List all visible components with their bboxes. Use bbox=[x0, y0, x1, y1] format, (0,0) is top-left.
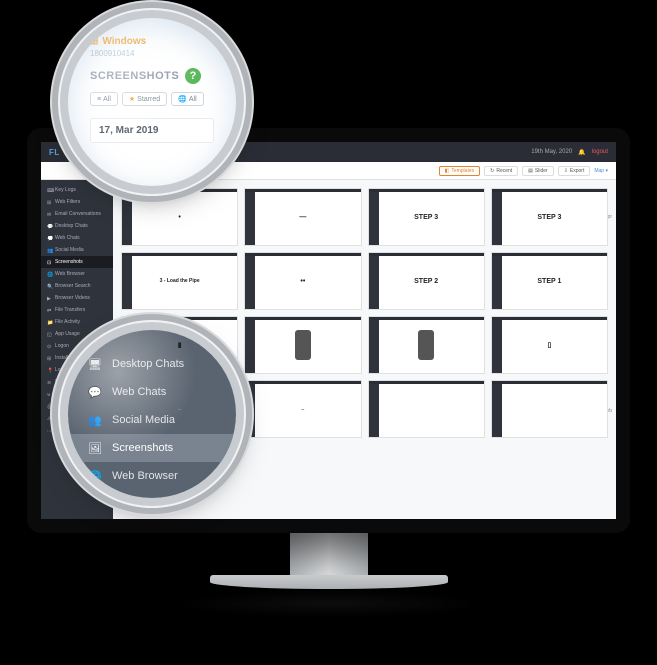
date-card[interactable]: 17, Mar 2019 bbox=[90, 118, 214, 143]
screenshot-thumb[interactable]: STEP 1 bbox=[491, 252, 608, 310]
help-icon[interactable]: ? bbox=[185, 68, 201, 84]
screenshot-thumb[interactable]: ━ bbox=[244, 380, 361, 438]
menu-desktop-chats[interactable]: 🖥 Desktop Chats bbox=[68, 350, 236, 378]
magnifier-top-content: ⊞ Windows 1800910414 SCREENSHOTS ? ≡All … bbox=[68, 18, 236, 161]
sidebar-item-fileactivity[interactable]: 📁File Activity bbox=[41, 316, 113, 328]
magnifier-top: ⊞ Windows 1800910414 SCREENSHOTS ? ≡All … bbox=[68, 18, 236, 186]
sidebar-item-keylogs[interactable]: ⌨Key Logs bbox=[41, 184, 113, 196]
screenshot-thumb[interactable] bbox=[368, 380, 485, 438]
windows-icon: ⊞ bbox=[90, 36, 98, 47]
logout-link[interactable]: logout bbox=[592, 149, 608, 155]
desktop-icon: 🖥 bbox=[88, 357, 102, 371]
filter-starred-button[interactable]: ★Starred bbox=[122, 92, 167, 106]
chat-icon: 💬 bbox=[88, 385, 102, 399]
device-code: 1800910414 bbox=[90, 49, 214, 58]
monitor-stand-base bbox=[210, 575, 448, 589]
magnifier-bottom-content: 🖥 Desktop Chats 💬 Web Chats 👥 Social Med… bbox=[68, 330, 236, 498]
sidebar-item-desktopchats[interactable]: 💬Desktop Chats bbox=[41, 220, 113, 232]
sidebar-item-browservideos[interactable]: ▶Browser Videos bbox=[41, 292, 113, 304]
screenshot-thumb[interactable]: — bbox=[244, 188, 361, 246]
magnifier-bottom: 🖥 Desktop Chats 💬 Web Chats 👥 Social Med… bbox=[68, 330, 236, 498]
search-link[interactable]: Map ▾ bbox=[594, 168, 608, 174]
sidebar-item-screenshots[interactable]: ⊡Screenshots bbox=[41, 256, 113, 268]
screenshot-thumb[interactable] bbox=[244, 316, 361, 374]
topbar-date: 19th May, 2020 bbox=[531, 149, 572, 155]
screenshot-thumb[interactable] bbox=[491, 380, 608, 438]
screenshot-thumb[interactable]: STEP 3 bbox=[368, 188, 485, 246]
social-icon: 👥 bbox=[88, 413, 102, 427]
filter-global-button[interactable]: 🌐All bbox=[171, 92, 204, 106]
screenshot-thumb[interactable] bbox=[368, 316, 485, 374]
sidebar-item-webbrowser[interactable]: 🌐Web Browser bbox=[41, 268, 113, 280]
menu-web-chats[interactable]: 💬 Web Chats bbox=[68, 378, 236, 406]
sidebar-item-email[interactable]: ✉Email Conversations bbox=[41, 208, 113, 220]
screenshot-thumb[interactable]: STEP 2 bbox=[368, 252, 485, 310]
sidebar-item-appusage[interactable]: ◱App Usage bbox=[41, 328, 113, 340]
bell-icon[interactable]: 🔔 bbox=[578, 149, 585, 156]
monitor-stand-neck bbox=[290, 530, 368, 580]
sidebar-item-filetransfers[interactable]: ⇄File Transfers bbox=[41, 304, 113, 316]
screenshot-icon: 🖼 bbox=[88, 441, 102, 455]
monitor-shadow bbox=[170, 588, 490, 618]
menu-screenshots[interactable]: 🖼 Screenshots bbox=[68, 434, 236, 462]
device-label: ⊞ Windows bbox=[90, 36, 214, 47]
filter-row: ≡All ★Starred 🌐All bbox=[90, 92, 214, 106]
app-logo: FL bbox=[49, 148, 60, 157]
filter-all-button[interactable]: ≡All bbox=[90, 92, 118, 106]
templates-button[interactable]: ◧Templates bbox=[439, 166, 481, 176]
topbar-right: 19th May, 2020 🔔 logout bbox=[531, 149, 608, 156]
screenshot-thumb[interactable]: • bbox=[121, 188, 238, 246]
sidebar-item-webchats[interactable]: 💭Web Chats bbox=[41, 232, 113, 244]
screenshot-thumb[interactable]: 3 - Load the Pipe bbox=[121, 252, 238, 310]
section-title: SCREENSHOTS ? bbox=[90, 68, 214, 84]
recent-button[interactable]: ↻Recent bbox=[484, 166, 518, 176]
screenshot-thumb[interactable]: STEP 3 bbox=[491, 188, 608, 246]
screenshot-thumb[interactable]: ▯ bbox=[491, 316, 608, 374]
sidebar-item-browsersearch[interactable]: 🔍Browser Search bbox=[41, 280, 113, 292]
sidebar-item-webfilters[interactable]: ⊞Web Filters bbox=[41, 196, 113, 208]
slider-button[interactable]: ▤Slider bbox=[522, 166, 554, 176]
sidebar-item-socialmedia[interactable]: 👥Social Media bbox=[41, 244, 113, 256]
export-button[interactable]: ⇩Export bbox=[558, 166, 591, 176]
screenshot-thumb[interactable]: •• bbox=[244, 252, 361, 310]
menu-social-media[interactable]: 👥 Social Media bbox=[68, 406, 236, 434]
